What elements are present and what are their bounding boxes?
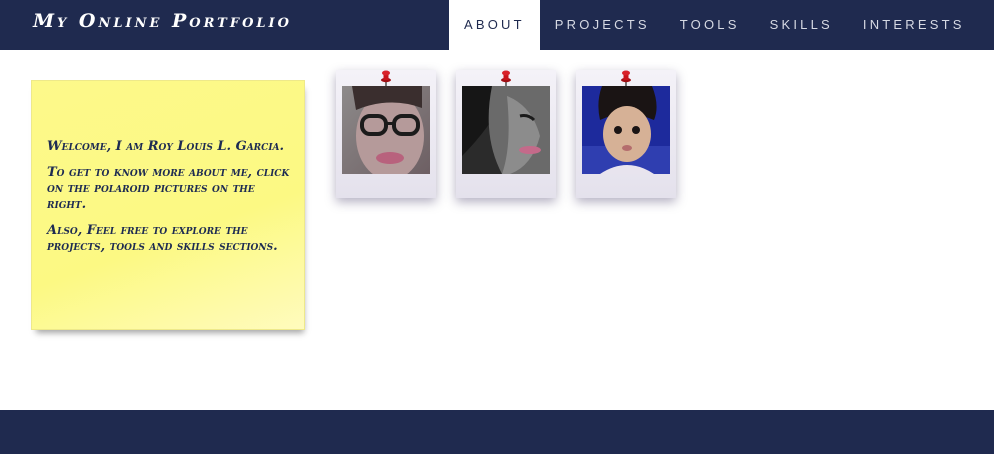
top-navbar: My Online Portfolio About Projects Tools… (0, 0, 994, 50)
page-footer (0, 410, 994, 454)
nav-item-skills[interactable]: Skills (755, 0, 848, 50)
polaroid-photo-2[interactable] (456, 70, 556, 198)
note-welcome-text: Welcome, I am Roy Louis L. Garcia. (47, 139, 285, 154)
main-nav: About Projects Tools Skills Interests (449, 0, 980, 50)
nav-item-tools[interactable]: Tools (665, 0, 755, 50)
nav-item-interests[interactable]: Interests (848, 0, 980, 50)
portrait-with-glasses-image (342, 86, 430, 174)
nav-item-about[interactable]: About (449, 0, 540, 50)
note-instructions-text: To get to know more about me, click on t… (47, 165, 290, 212)
pushpin-icon (501, 70, 511, 86)
nav-item-projects[interactable]: Projects (540, 0, 665, 50)
note-explore-text: Also, Feel free to explore the projects,… (47, 223, 278, 254)
sticky-note: Welcome, I am Roy Louis L. Garcia. To ge… (31, 80, 305, 330)
portrait-side-face-image (462, 86, 550, 174)
pushpin-icon (381, 70, 391, 86)
pushpin-icon (621, 70, 631, 86)
childhood-portrait-image (582, 86, 670, 174)
polaroid-photo-1[interactable] (336, 70, 436, 198)
site-brand[interactable]: My Online Portfolio (33, 10, 292, 32)
polaroid-photo-3[interactable] (576, 70, 676, 198)
